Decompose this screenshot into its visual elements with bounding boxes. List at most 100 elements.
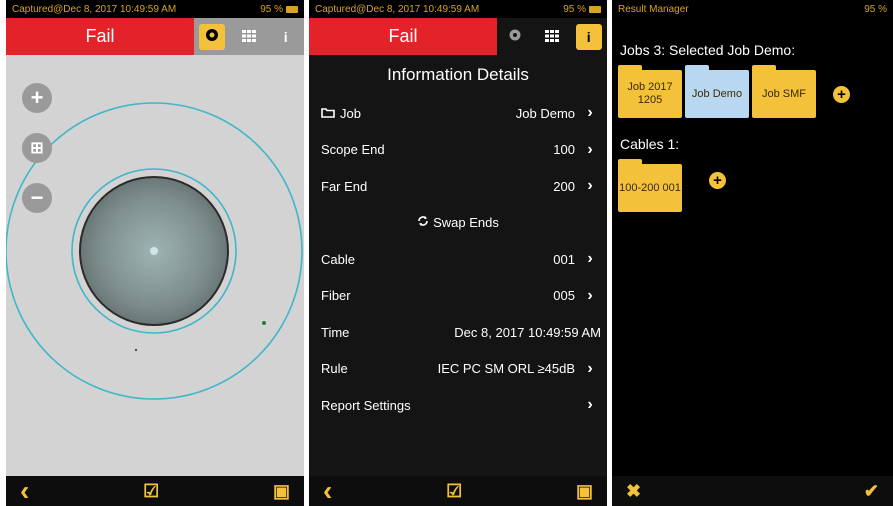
fiber-image-panel: Captured@Dec 8, 2017 10:49:59 AM 95 % Fa…	[6, 0, 304, 506]
status-bar: Captured@Dec 8, 2017 10:49:59 AM 95 %	[6, 0, 304, 18]
back-button[interactable]: ‹	[20, 475, 29, 506]
save-button[interactable]: ▣	[576, 481, 593, 502]
status-bar: Result Manager 95 %	[612, 0, 893, 18]
result-manager-panel: Result Manager 95 % Jobs 3: Selected Job…	[612, 0, 893, 506]
debris-mark	[134, 348, 138, 352]
fiber-value: 005	[553, 288, 575, 304]
scope-end-value: 100	[553, 142, 575, 158]
information-details-heading: Information Details	[387, 65, 529, 84]
job-folder[interactable]: Job SMF	[752, 65, 816, 118]
plus-icon: +	[713, 172, 722, 189]
status-capture-time: Captured@Dec 8, 2017 10:49:59 AM	[315, 3, 480, 15]
job-folder-label: Job SMF	[761, 87, 806, 100]
save-button[interactable]: ▣	[273, 481, 290, 502]
time-row: Time Dec 8, 2017 10:49:59 AM	[309, 314, 607, 351]
view-tabs: i	[194, 18, 304, 55]
fiber-row[interactable]: Fiber 005 ›	[309, 278, 607, 315]
save-icon: ▣	[575, 480, 593, 501]
view-tabs: i	[497, 18, 607, 55]
bottom-toolbar: ‹ ☑ ▣	[309, 475, 607, 506]
info-icon: i	[586, 28, 591, 45]
battery-indicator: 95 %	[260, 4, 298, 15]
cables-heading: Cables 1:	[620, 136, 680, 152]
zoom-in-button[interactable]: +	[22, 83, 52, 113]
title-bar: Fail i	[6, 18, 304, 55]
cable-folder[interactable]: 100-200 001	[618, 159, 682, 212]
bottom-toolbar: ✖ ✔	[612, 476, 893, 506]
add-cable-button[interactable]: +	[709, 172, 726, 189]
jobs-heading: Jobs 3: Selected Job Demo:	[620, 42, 796, 58]
chevron-right-icon: ›	[587, 177, 593, 195]
defect-mark	[262, 321, 266, 325]
fail-status-label: Fail	[309, 18, 497, 55]
battery-icon	[286, 5, 298, 13]
cable-value: 001	[553, 251, 575, 267]
time-label: Time	[321, 324, 350, 340]
add-job-button[interactable]: +	[833, 86, 850, 103]
job-folder-selected[interactable]: Job Demo	[685, 65, 749, 118]
info-tab[interactable]: i	[273, 24, 299, 50]
job-folder-label: Job Demo	[691, 87, 743, 100]
battery-indicator: 95 %	[864, 3, 887, 15]
eye-tab[interactable]	[199, 23, 226, 50]
fit-to-screen-button[interactable]: ⊞	[22, 133, 52, 163]
battery-indicator: 95 %	[563, 4, 601, 15]
fiber-core	[150, 247, 158, 255]
report-settings-label: Report Settings	[321, 397, 411, 413]
fiber-end-face-image: + ⊞ −	[6, 55, 304, 476]
folder-icon	[321, 106, 335, 121]
chevron-right-icon: ›	[587, 250, 593, 268]
checkmark-icon: ✔	[863, 480, 879, 501]
eye-tab[interactable]	[502, 24, 528, 50]
grid-icon	[544, 29, 559, 45]
far-end-value: 200	[553, 178, 575, 194]
eye-icon	[508, 28, 522, 45]
information-details-panel: Captured@Dec 8, 2017 10:49:59 AM 95 % Fa…	[309, 0, 607, 506]
scope-end-row[interactable]: Scope End 100 ›	[309, 132, 607, 169]
chevron-right-icon: ›	[587, 104, 593, 122]
chevron-left-icon: ‹	[20, 475, 30, 506]
rule-row[interactable]: Rule IEC PC SM ORL ≥45dB ›	[309, 351, 607, 388]
title-bar: Fail i	[309, 18, 607, 55]
job-folder[interactable]: Job 2017 1205	[618, 65, 682, 118]
scope-end-label: Scope End	[321, 142, 385, 158]
check-box-icon: ☑	[446, 480, 463, 501]
far-end-label: Far End	[321, 178, 368, 194]
report-settings-row[interactable]: Report Settings ›	[309, 387, 607, 424]
far-end-row[interactable]: Far End 200 ›	[309, 168, 607, 205]
job-row[interactable]: Job Job Demo ›	[309, 95, 607, 132]
bottom-toolbar: ‹ ☑ ▣	[6, 475, 304, 506]
chevron-right-icon: ›	[587, 140, 593, 158]
swap-ends-button[interactable]: Swap Ends	[309, 205, 607, 242]
rule-value: IEC PC SM ORL ≥45dB	[437, 361, 575, 377]
cables-folder-list: 100-200 001 +	[612, 158, 893, 212]
eye-icon	[204, 27, 220, 46]
fail-status-label: Fail	[6, 18, 194, 55]
cancel-button[interactable]: ✖	[626, 481, 641, 502]
zoom-out-button[interactable]: −	[22, 183, 52, 213]
grid-tab[interactable]	[539, 24, 565, 50]
rule-label: Rule	[321, 361, 348, 377]
screen-title: Result Manager	[618, 3, 689, 15]
confirm-button[interactable]: ✔	[864, 481, 879, 502]
chevron-right-icon: ›	[587, 359, 593, 377]
cable-row[interactable]: Cable 001 ›	[309, 241, 607, 278]
info-icon: i	[283, 28, 288, 45]
status-bar: Captured@Dec 8, 2017 10:49:59 AM 95 %	[309, 0, 607, 18]
cable-label: Cable	[321, 251, 355, 267]
time-value: Dec 8, 2017 10:49:59 AM	[454, 324, 601, 340]
chevron-right-icon: ›	[587, 286, 593, 304]
battery-icon	[589, 5, 601, 13]
approve-button[interactable]: ☑	[143, 481, 159, 502]
fit-icon: ⊞	[30, 140, 44, 157]
plus-icon: +	[30, 85, 44, 110]
plus-icon: +	[837, 86, 846, 103]
back-button[interactable]: ‹	[323, 475, 332, 506]
grid-tab[interactable]	[236, 24, 262, 50]
info-tab[interactable]: i	[575, 23, 602, 50]
minus-icon: −	[30, 185, 44, 210]
job-folder-label: Job 2017 1205	[627, 81, 673, 106]
chevron-right-icon: ›	[587, 396, 593, 414]
approve-button[interactable]: ☑	[446, 481, 462, 502]
swap-ends-label: Swap Ends	[433, 215, 499, 231]
